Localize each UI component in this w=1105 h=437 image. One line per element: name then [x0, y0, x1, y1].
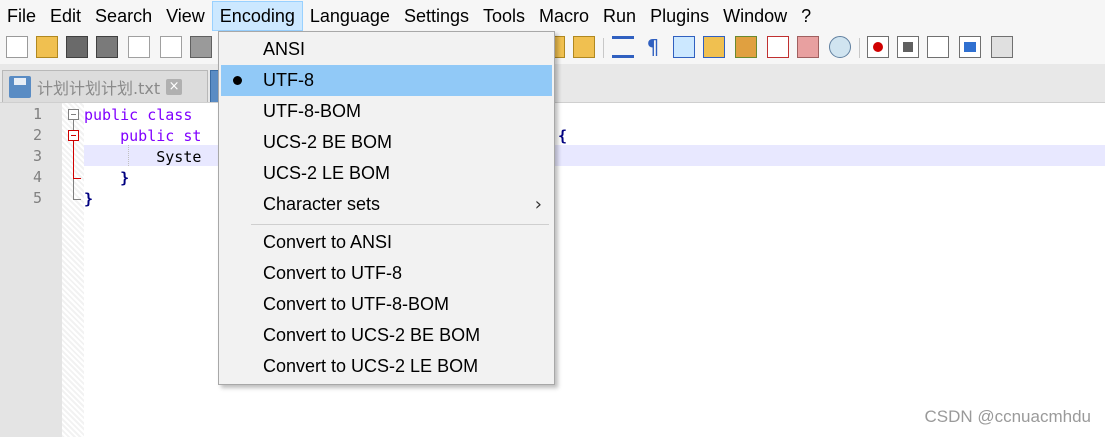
menu-run[interactable]: Run	[596, 1, 643, 31]
menu-view[interactable]: View	[159, 1, 212, 31]
play-macro-icon[interactable]	[927, 36, 949, 58]
radio-check-icon	[233, 76, 242, 85]
indent-guide-icon[interactable]	[673, 36, 695, 58]
saved-file-icon	[9, 75, 31, 98]
menu-edit[interactable]: Edit	[43, 1, 88, 31]
menu-item-ansi[interactable]: ANSI	[221, 34, 552, 65]
fold-line-active	[73, 141, 74, 179]
menu-window[interactable]: Window	[716, 1, 794, 31]
fold-toggle-icon[interactable]	[68, 130, 79, 141]
menu-item-ucs2-be-bom[interactable]: UCS-2 BE BOM	[221, 127, 552, 158]
encoding-dropdown-menu: ANSI UTF-8 UTF-8-BOM UCS-2 BE BOM UCS-2 …	[218, 31, 555, 385]
code-bracket: }	[84, 190, 94, 208]
menu-bar: File Edit Search View Encoding Language …	[0, 0, 1105, 33]
keyword: public class	[84, 106, 193, 124]
menu-item-convert-utf8-bom[interactable]: Convert to UTF-8-BOM	[221, 289, 552, 320]
menu-item-convert-utf8[interactable]: Convert to UTF-8	[221, 258, 552, 289]
line-number: 1	[32, 105, 42, 123]
menu-settings[interactable]: Settings	[397, 1, 476, 31]
close-all-icon[interactable]	[160, 36, 182, 58]
menu-item-convert-ucs2-be-bom[interactable]: Convert to UCS-2 BE BOM	[221, 320, 552, 351]
menu-item-character-sets[interactable]: Character sets ›	[221, 189, 552, 220]
menu-separator	[251, 224, 549, 225]
open-folder-icon[interactable]	[36, 36, 58, 58]
fold-end-tick-active	[73, 178, 81, 179]
line-number: 2	[32, 126, 42, 144]
code-line[interactable]: }	[84, 189, 93, 210]
code-line[interactable]: public class	[84, 105, 192, 126]
folder-workspace-icon[interactable]	[797, 36, 819, 58]
toolbar-separator	[603, 38, 604, 58]
stop-record-icon[interactable]	[897, 36, 919, 58]
udl-icon[interactable]	[703, 36, 725, 58]
fold-end-tick	[73, 199, 81, 200]
keyword: public st	[120, 127, 202, 145]
menu-file[interactable]: File	[0, 1, 43, 31]
toolbar-separator	[859, 38, 860, 58]
line-number: 3	[32, 147, 42, 165]
menu-help[interactable]: ?	[794, 1, 818, 31]
watermark: CSDN @ccnuacmhdu	[924, 407, 1091, 426]
word-wrap-icon[interactable]	[612, 36, 634, 58]
menu-item-convert-ucs2-le-bom[interactable]: Convert to UCS-2 LE BOM	[221, 351, 552, 382]
tab-label: 计划计划计划.txt	[37, 78, 161, 98]
menu-item-ucs2-le-bom[interactable]: UCS-2 LE BOM	[221, 158, 552, 189]
line-number: 4	[32, 168, 42, 186]
print-icon[interactable]	[190, 36, 212, 58]
doc-map-icon[interactable]	[735, 36, 757, 58]
record-macro-icon[interactable]	[867, 36, 889, 58]
run-macro-multiple-icon[interactable]	[959, 36, 981, 58]
menu-item-utf8[interactable]: UTF-8	[221, 65, 552, 96]
line-number-gutter: 1 2 3 4 5	[0, 103, 62, 437]
tab-file[interactable]: 计划计划计划.txt ×	[2, 70, 208, 102]
sync-horizontal-icon[interactable]	[573, 36, 595, 58]
save-macro-icon[interactable]	[991, 36, 1013, 58]
code-text: Syste	[156, 148, 202, 166]
menu-plugins[interactable]: Plugins	[643, 1, 716, 31]
monitoring-eye-icon[interactable]	[829, 36, 851, 58]
menu-search[interactable]: Search	[88, 1, 159, 31]
menu-macro[interactable]: Macro	[532, 1, 596, 31]
code-line[interactable]: Syste	[84, 147, 201, 168]
menu-tools[interactable]: Tools	[476, 1, 532, 31]
chevron-right-icon: ›	[534, 194, 542, 215]
save-icon[interactable]	[66, 36, 88, 58]
code-line[interactable]: public st	[84, 126, 201, 147]
menu-item-utf8-bom[interactable]: UTF-8-BOM	[221, 96, 552, 127]
line-number: 5	[32, 189, 42, 207]
close-file-icon[interactable]	[128, 36, 150, 58]
code-bracket: }	[120, 169, 130, 187]
fold-toggle-icon[interactable]	[68, 109, 79, 120]
code-bracket: {	[558, 127, 568, 145]
code-line[interactable]: }	[84, 168, 129, 189]
menu-encoding[interactable]: Encoding	[211, 1, 303, 31]
menu-item-convert-ansi[interactable]: Convert to ANSI	[221, 227, 552, 258]
show-all-chars-icon[interactable]: ¶	[642, 36, 664, 58]
save-all-icon[interactable]	[96, 36, 118, 58]
function-list-icon[interactable]	[767, 36, 789, 58]
menu-language[interactable]: Language	[303, 1, 397, 31]
new-file-icon[interactable]	[6, 36, 28, 58]
close-icon[interactable]: ×	[166, 78, 183, 95]
